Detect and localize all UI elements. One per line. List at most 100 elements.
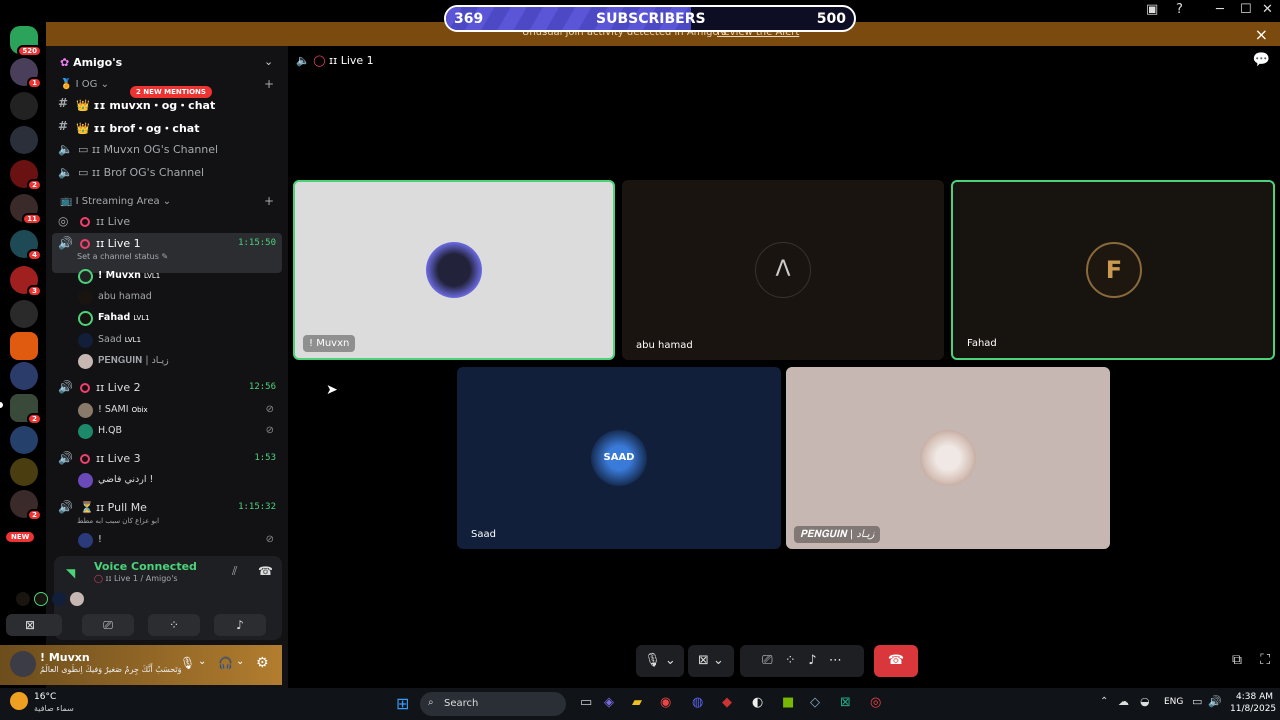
add-channel-icon[interactable]: +: [264, 77, 274, 91]
voice-member[interactable]: ! Muvxn LVL1: [76, 266, 276, 286]
microphone-button[interactable]: 🎙 ⌄: [636, 645, 684, 677]
server-icon[interactable]: 1: [10, 58, 42, 89]
volume-icon[interactable]: 🔊: [1208, 695, 1222, 708]
voice-member[interactable]: abu hamad: [76, 287, 276, 307]
voice-member[interactable]: Fahad LVL1: [76, 308, 276, 328]
server-icon[interactable]: [10, 126, 38, 154]
text-channel-muvxn-og-chat[interactable]: # 👑 ɪɪ muvxn・og・chat: [54, 94, 280, 114]
avatar[interactable]: [52, 592, 66, 606]
inbox-icon[interactable]: ▣: [1146, 2, 1158, 17]
camera-button[interactable]: ⊠ ⌄: [688, 645, 734, 677]
microphone-icon[interactable]: 🎙: [180, 656, 195, 670]
language-indicator[interactable]: ENG: [1164, 697, 1183, 707]
video-tile[interactable]: F Fahad: [951, 180, 1275, 360]
cloud-icon[interactable]: ☁: [1118, 695, 1129, 708]
close-window-button[interactable]: ✕: [1262, 2, 1273, 17]
app-icon[interactable]: ◎: [870, 695, 881, 710]
chevron-down-icon[interactable]: ⌄: [198, 656, 206, 667]
video-tile[interactable]: Λ abu hamad: [622, 180, 944, 360]
video-tile[interactable]: ! Muvxn: [293, 180, 615, 360]
server-icon[interactable]: [10, 426, 38, 454]
user-name[interactable]: ! Muvxn: [40, 651, 90, 664]
text-channel-brof-og-chat[interactable]: # 👑 ɪɪ brof・og・chat: [54, 117, 280, 137]
server-icon[interactable]: [10, 332, 38, 360]
activities-icon[interactable]: ⁘: [785, 653, 796, 668]
copilot-icon[interactable]: ◈: [604, 695, 614, 710]
voice-connected-title[interactable]: Voice Connected: [94, 560, 197, 573]
server-icon[interactable]: [10, 92, 38, 120]
camera-off-button[interactable]: ⊠: [6, 614, 54, 636]
video-tile[interactable]: SAAD Saad: [457, 367, 781, 549]
add-channel-icon[interactable]: +: [264, 194, 274, 208]
screen-share-icon[interactable]: ⎚: [762, 653, 772, 668]
activities-button[interactable]: ⁘: [148, 614, 200, 636]
nvidia-icon[interactable]: ■: [782, 695, 794, 710]
tray-icon[interactable]: ◒: [1140, 695, 1150, 708]
soundboard-icon[interactable]: ♪: [808, 653, 816, 668]
server-name[interactable]: ✿ Amigo's: [60, 56, 122, 69]
stage-channel-live[interactable]: ◎ ɪɪ Live: [54, 212, 280, 232]
discord-icon[interactable]: ◍: [692, 695, 703, 710]
voice-channel-brof-og[interactable]: 🔈 ▭ ɪɪ Brof OG's Channel: [54, 163, 280, 183]
close-banner-icon[interactable]: ×: [1255, 25, 1268, 44]
weather-icon[interactable]: [10, 692, 28, 710]
disconnect-icon[interactable]: ☎: [258, 564, 273, 578]
pop-out-icon[interactable]: ⧉: [1232, 652, 1242, 668]
server-icon[interactable]: [10, 300, 38, 328]
noise-suppression-icon[interactable]: ⫽: [232, 564, 237, 579]
voice-member[interactable]: ! ⊘: [76, 530, 276, 550]
minimize-button[interactable]: ─: [1216, 2, 1224, 17]
voice-channel-pull-me[interactable]: 🔊 ⏳ ɪɪ Pull Me 1:15:32: [54, 498, 280, 518]
server-icon[interactable]: 3: [10, 266, 42, 297]
video-tile[interactable]: 𝐏𝐄𝐍𝐆𝐔𝐈𝐍 | زيـاد: [786, 367, 1110, 549]
task-view-icon[interactable]: ▭: [580, 695, 592, 710]
file-explorer-icon[interactable]: ▰: [632, 695, 642, 710]
leave-call-button[interactable]: ☎: [874, 645, 918, 677]
app-icon[interactable]: ◆: [722, 695, 732, 710]
settings-gear-icon[interactable]: ⚙: [256, 655, 269, 671]
soundboard-button[interactable]: ♪: [214, 614, 266, 636]
avatar[interactable]: [34, 592, 48, 606]
voice-member[interactable]: H.QB ⊘: [76, 421, 276, 441]
voice-connected-subtitle[interactable]: ◯ ɪɪ Live 1 / Amigo's: [94, 574, 178, 583]
windows-start-icon[interactable]: ⊞: [396, 694, 409, 713]
chevron-down-icon[interactable]: ⌄: [236, 656, 244, 667]
amigos-server-icon[interactable]: 2: [10, 394, 42, 425]
voice-channel-live-2[interactable]: 🔊 ɪɪ Live 2 12:56: [54, 378, 280, 398]
voice-channel-muvxn-og[interactable]: 🔈 ▭ ɪɪ Muvxn OG's Channel: [54, 140, 280, 160]
weather-temp[interactable]: 16°C: [34, 692, 56, 702]
chrome-icon[interactable]: ◉: [660, 695, 671, 710]
help-icon[interactable]: ?: [1176, 2, 1183, 17]
more-options-icon[interactable]: ⋯: [829, 653, 842, 668]
channel-status[interactable]: Set a channel status ✎: [77, 252, 168, 261]
chevron-down-icon[interactable]: ⌄: [264, 55, 273, 68]
voice-member[interactable]: Saad LVL1: [76, 330, 276, 350]
maximize-button[interactable]: ☐: [1240, 2, 1252, 17]
server-icon[interactable]: [10, 458, 38, 486]
category-og[interactable]: 🏅 I OG ⌄: [60, 79, 109, 90]
category-streaming[interactable]: 📺 I Streaming Area ⌄: [60, 196, 171, 207]
taskbar-search[interactable]: ⌕ Search: [420, 692, 566, 716]
avatar[interactable]: [16, 592, 30, 606]
network-icon[interactable]: ▭: [1192, 695, 1202, 708]
excel-icon[interactable]: ⊠: [840, 695, 851, 710]
voice-member[interactable]: 𝐏𝐄𝐍𝐆𝐔𝐈𝐍 | زيـاد: [76, 351, 276, 371]
server-icon[interactable]: 4: [10, 230, 42, 261]
clock-date[interactable]: 11/8/2025: [1230, 704, 1276, 714]
fullscreen-icon[interactable]: ⛶: [1260, 652, 1270, 668]
chat-bubble-icon[interactable]: 💬: [1253, 52, 1270, 68]
clock-time[interactable]: 4:38 AM: [1236, 692, 1273, 702]
voice-channel-live-3[interactable]: 🔊 ɪɪ Live 3 1:53: [54, 449, 280, 469]
voice-member[interactable]: ! SAMI Obix ⊘: [76, 400, 276, 420]
screen-share-button[interactable]: ⎚: [82, 614, 134, 636]
server-icon[interactable]: [10, 362, 38, 390]
direct-messages-icon[interactable]: 520: [10, 26, 42, 57]
avatar[interactable]: [10, 651, 36, 677]
voice-member[interactable]: اردني فاضي !: [76, 470, 276, 490]
server-icon[interactable]: 2: [10, 160, 42, 191]
voice-channel-live-1[interactable]: 🔊 ɪɪ Live 1 1:15:50: [54, 234, 280, 254]
app-icon[interactable]: ◇: [810, 695, 820, 710]
server-icon[interactable]: 2: [10, 490, 42, 521]
headphones-icon[interactable]: 🎧: [218, 656, 233, 670]
tray-overflow-icon[interactable]: ⌃: [1100, 696, 1108, 707]
